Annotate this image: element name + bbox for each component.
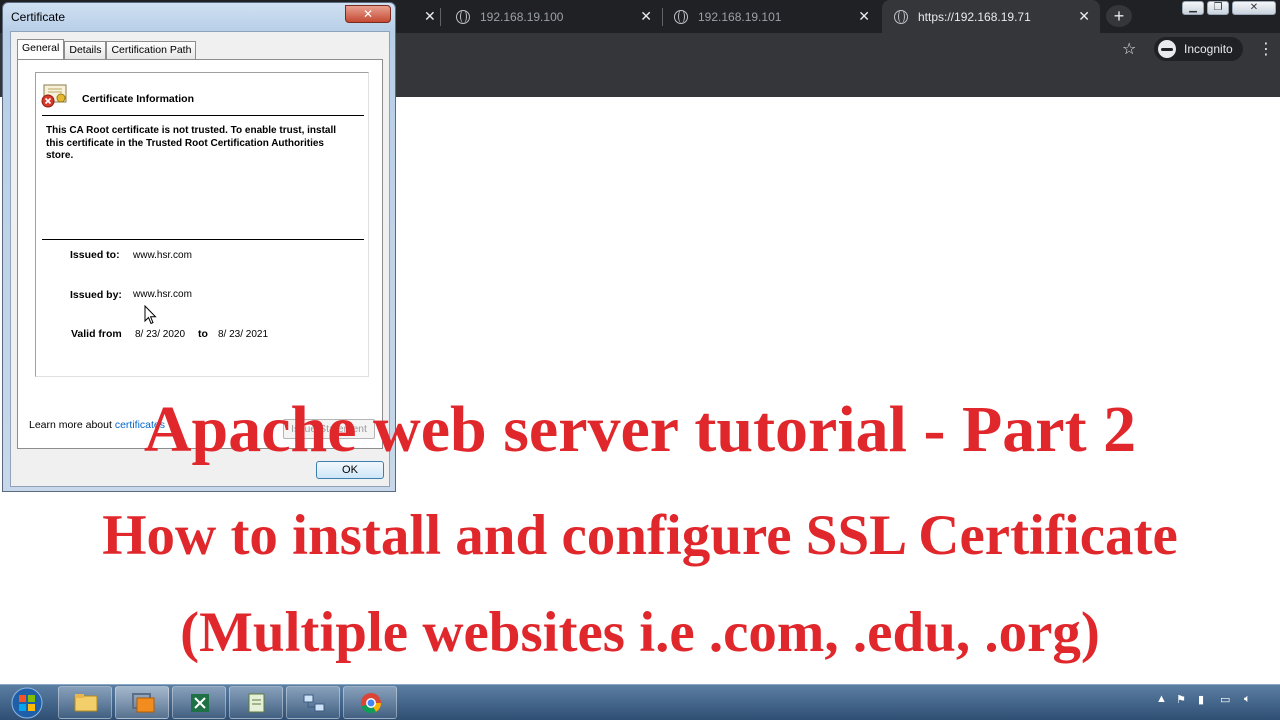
network-icon (303, 694, 325, 712)
incognito-indicator[interactable]: Incognito (1154, 37, 1243, 61)
divider (42, 239, 364, 240)
close-icon[interactable]: ✕ (1078, 8, 1090, 25)
notepad-icon (248, 693, 265, 713)
vmware-icon (132, 693, 155, 713)
certificate-info-title: Certificate Information (82, 93, 195, 105)
overlay-title-line-2: How to install and configure SSL Certifi… (102, 504, 1178, 567)
globe-icon (674, 9, 688, 24)
tab-certification-path[interactable]: Certification Path (106, 41, 197, 59)
taskbar-network[interactable] (286, 686, 340, 719)
taskbar-vmware[interactable] (115, 686, 169, 719)
globe-icon (456, 9, 470, 24)
browser-tab[interactable]: 192.168.19.101 ✕ (662, 0, 880, 33)
more-menu-icon[interactable]: ⋮ (1258, 39, 1274, 59)
action-center-icon[interactable]: ⚑ (1176, 693, 1186, 706)
browser-tab[interactable]: 192.168.19.100 ✕ (444, 0, 662, 33)
display-icon[interactable]: ▭ (1220, 693, 1230, 706)
globe-icon (894, 9, 908, 24)
incognito-label: Incognito (1184, 42, 1233, 56)
issued-by-value: www.hsr.com (133, 289, 192, 300)
signal-icon[interactable]: ▮ (1198, 693, 1204, 706)
restore-icon[interactable]: ❐ (1207, 1, 1229, 15)
screen: ✕ 192.168.19.100 ✕ 192.168.19.101 ✕ http… (0, 0, 1280, 720)
dialog-tabs: General Details Certification Path (17, 39, 197, 60)
divider (42, 115, 364, 116)
windows-start-icon[interactable] (2, 685, 52, 720)
dialog-title: Certificate (11, 10, 66, 24)
browser-tab-active[interactable]: https://192.168.19.71 ✕ (882, 0, 1100, 33)
excel-icon (191, 694, 209, 712)
tab-title: https://192.168.19.71 (918, 9, 1031, 24)
taskbar: ▲ ⚑ ▮ ▭ 🔈︎ (0, 684, 1280, 720)
taskbar-notepad[interactable] (229, 686, 283, 719)
close-icon[interactable]: ✕ (424, 8, 436, 25)
window-close-icon[interactable]: ✕ (1232, 1, 1276, 15)
tab-general[interactable]: General (17, 39, 65, 60)
valid-from-value: 8/ 23/ 2020 (135, 329, 186, 340)
tab-separator (440, 8, 441, 26)
close-icon[interactable]: ✕ (858, 8, 870, 25)
star-icon[interactable]: ☆ (1122, 39, 1136, 59)
show-hidden-icons-icon[interactable]: ▲ (1156, 693, 1167, 705)
valid-to-label: to (198, 328, 208, 340)
taskbar-file-explorer[interactable] (58, 686, 112, 719)
plus-icon[interactable]: + (1106, 5, 1132, 27)
file-explorer-icon (74, 694, 98, 712)
tab-title: 192.168.19.101 (698, 9, 782, 24)
issued-by-label: Issued by: (70, 289, 122, 301)
minimize-icon[interactable]: ▁ (1182, 1, 1204, 15)
tab-title: 192.168.19.100 (480, 9, 564, 24)
incognito-icon (1158, 40, 1176, 58)
close-icon[interactable]: ✕ (345, 5, 391, 23)
valid-from-label: Valid from (71, 328, 122, 340)
overlay-title-line-1: Apache web server tutorial - Part 2 (143, 393, 1137, 466)
trust-warning-message: This CA Root certificate is not trusted.… (46, 125, 337, 161)
close-icon[interactable]: ✕ (640, 8, 652, 25)
taskbar-excel[interactable] (172, 686, 226, 719)
tab-details[interactable]: Details (64, 41, 107, 59)
chrome-icon (361, 693, 382, 714)
volume-icon[interactable]: 🔈︎ (1244, 693, 1251, 706)
taskbar-chrome[interactable] (343, 686, 397, 719)
certificate-error-icon (41, 84, 67, 108)
valid-to-value: 8/ 23/ 2021 (218, 329, 269, 340)
certificate-info-box: Certificate Information This CA Root cer… (35, 72, 369, 377)
issued-to-value: www.hsr.com (133, 250, 192, 261)
overlay-title-line-3: (Multiple websites i.e .com, .edu, .org) (180, 601, 1100, 664)
mouse-cursor-icon (144, 305, 157, 325)
issued-to-label: Issued to: (70, 249, 120, 261)
